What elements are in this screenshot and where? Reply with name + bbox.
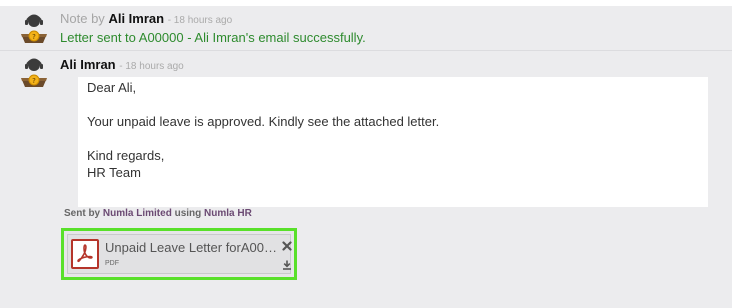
support-agent-icon: ?: [21, 14, 47, 43]
note-author[interactable]: Ali Imran: [108, 11, 164, 26]
avatar: ?: [18, 12, 50, 44]
svg-text:?: ?: [32, 77, 36, 85]
email-signature: HR Team: [87, 165, 141, 180]
activity-thread: ? Note by Ali Imran - 18 hours ago Lette…: [0, 0, 732, 308]
attachment-inner: Unpaid Leave Letter forA00000 - Ali Imra…: [67, 234, 292, 274]
note-entry: ? Note by Ali Imran - 18 hours ago Lette…: [0, 6, 732, 51]
remove-attachment-button[interactable]: [282, 238, 292, 251]
support-agent-icon: ?: [21, 58, 47, 87]
avatar: ?: [18, 56, 50, 88]
svg-text:?: ?: [32, 33, 36, 41]
email-closing: Kind regards,: [87, 148, 165, 163]
note-text: Letter sent to A00000 - Ali Imran's emai…: [60, 30, 366, 45]
sent-by-line: Sent by Numla Limited using Numla HR: [64, 208, 252, 219]
note-meta: Note by Ali Imran - 18 hours ago: [60, 11, 232, 29]
sent-by-app: Numla HR: [204, 208, 252, 219]
sent-by-prefix: Sent by: [64, 208, 101, 219]
sent-by-org: Numla Limited: [102, 208, 172, 219]
attachment-card[interactable]: Unpaid Leave Letter forA00000 - Ali Imra…: [61, 228, 297, 280]
attachment-type: PDF: [105, 260, 119, 267]
email-greeting: Dear Ali,: [87, 80, 137, 95]
email-entry: ? Ali Imran - 18 hours ago Dear Ali, You…: [0, 51, 732, 308]
download-icon: [283, 260, 291, 270]
email-body: Dear Ali, Your unpaid leave is approved.…: [78, 77, 708, 207]
sent-by-middle: using: [174, 208, 202, 219]
pdf-file-icon: [71, 239, 99, 269]
email-author[interactable]: Ali Imran: [60, 57, 116, 72]
email-line: Your unpaid leave is approved. Kindly se…: [87, 114, 440, 129]
note-timestamp: - 18 hours ago: [167, 15, 233, 26]
email-timestamp: - 18 hours ago: [119, 61, 184, 72]
attachment-name[interactable]: Unpaid Leave Letter forA00000 - Ali Imra…: [105, 240, 283, 255]
email-meta: Ali Imran - 18 hours ago: [60, 57, 184, 75]
download-attachment-button[interactable]: [282, 257, 292, 270]
close-icon: [282, 241, 292, 251]
note-prefix: Note by: [60, 11, 105, 26]
